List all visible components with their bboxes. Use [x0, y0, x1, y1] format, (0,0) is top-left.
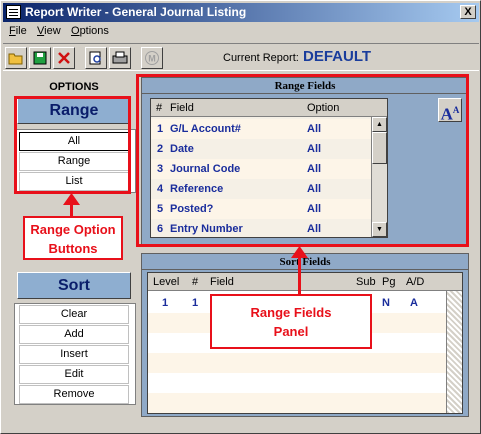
preview-icon	[89, 51, 101, 65]
table-row[interactable]	[148, 393, 448, 413]
range-options-highlight	[14, 96, 131, 194]
print-button[interactable]	[109, 47, 131, 69]
sort-button[interactable]: Sort	[17, 272, 131, 299]
sort-add-button[interactable]: Add	[19, 325, 129, 344]
sort-remove-button[interactable]: Remove	[19, 385, 129, 404]
col-pg: Pg	[382, 276, 396, 288]
title-bar: Report Writer - General Journal Listing …	[3, 3, 479, 22]
sort-insert-button[interactable]: Insert	[19, 345, 129, 364]
m-circle-icon: M	[145, 51, 159, 65]
close-button[interactable]: X	[460, 5, 476, 19]
arrow-up-icon	[291, 246, 308, 258]
sort-grid-scrollbar[interactable]	[446, 291, 462, 413]
folder-icon	[8, 53, 23, 65]
report-writer-window: Report Writer - General Journal Listing …	[0, 0, 481, 434]
app-icon	[6, 5, 21, 19]
save-button[interactable]	[29, 47, 51, 69]
toolbar: M Current Report: DEFAULT	[3, 43, 479, 71]
disk-icon	[33, 51, 47, 65]
range-fields-callout: Range Fields Panel	[210, 294, 372, 349]
current-report-label: Current Report:	[223, 52, 299, 64]
printer-icon	[112, 51, 128, 64]
preview-button[interactable]	[85, 47, 107, 69]
col-num: #	[192, 276, 199, 288]
red-x-icon	[58, 52, 70, 64]
menu-options[interactable]: Options	[71, 25, 109, 37]
table-row[interactable]	[148, 353, 448, 373]
menu-bar: File View Options	[3, 23, 479, 41]
sort-clear-button[interactable]: Clear	[19, 305, 129, 324]
range-option-callout: Range Option Buttons	[23, 216, 123, 260]
svg-text:M: M	[148, 54, 156, 64]
table-row[interactable]	[148, 373, 448, 393]
menu-view[interactable]: View	[37, 25, 61, 37]
memo-button[interactable]: M	[141, 47, 163, 69]
delete-button[interactable]	[53, 47, 75, 69]
menu-file[interactable]: File	[9, 25, 27, 37]
col-field: Field	[210, 276, 234, 288]
col-ad: A/D	[406, 276, 425, 288]
col-level: Level	[153, 276, 180, 288]
col-sub: Sub	[356, 276, 376, 288]
range-fields-highlight	[136, 74, 469, 247]
sort-edit-button[interactable]: Edit	[19, 365, 129, 384]
window-title: Report Writer - General Journal Listing	[25, 5, 247, 19]
options-title: OPTIONS	[49, 81, 99, 93]
open-folder-button[interactable]	[5, 47, 27, 69]
current-report-value: DEFAULT	[303, 48, 372, 65]
sort-grid-header: Level # Field Sub Pg A/D	[148, 273, 462, 291]
arrow-up-icon	[63, 193, 80, 205]
